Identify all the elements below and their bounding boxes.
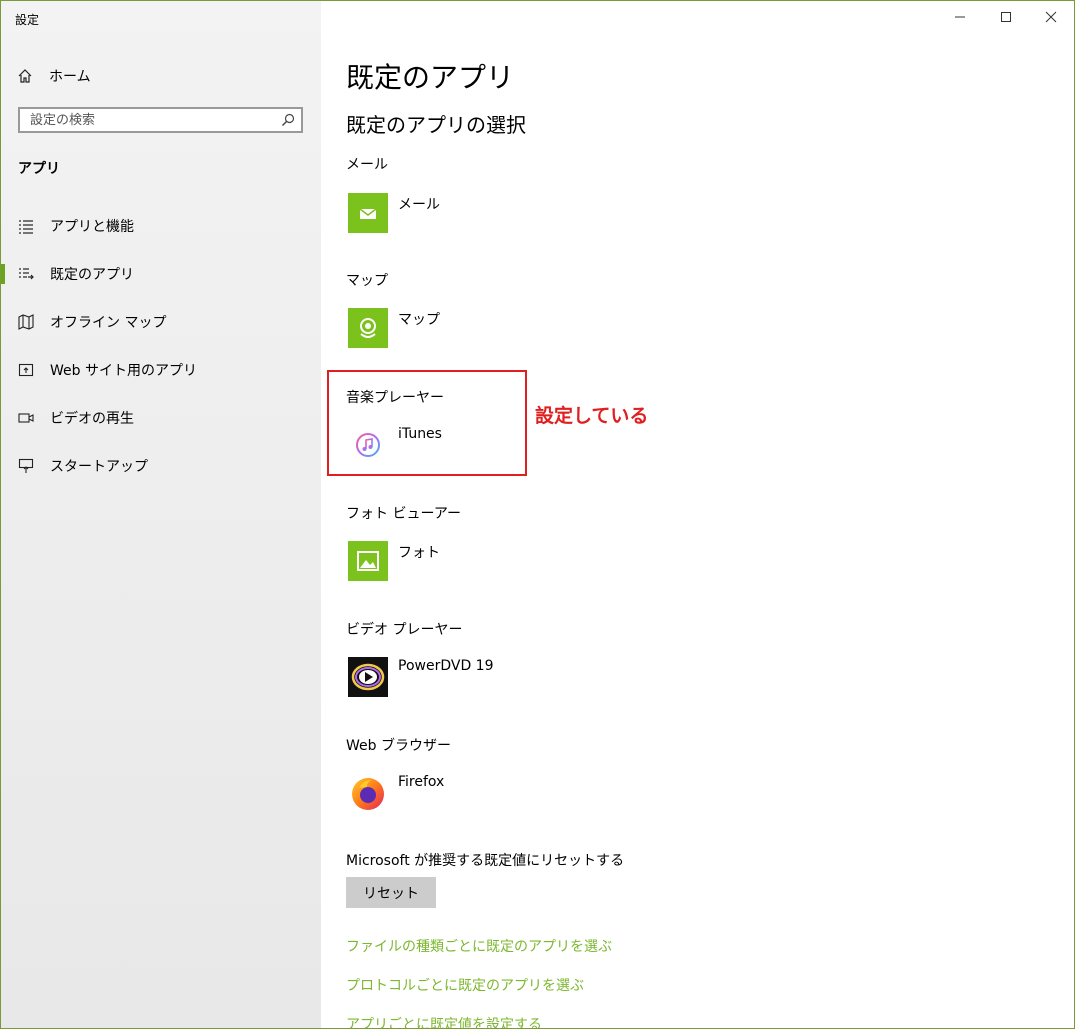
reset-description: Microsoft が推奨する既定値にリセットする <box>346 853 625 869</box>
search-input[interactable] <box>20 109 290 131</box>
sidebar-item-video-playback[interactable]: ビデオの再生 <box>1 400 321 436</box>
map-icon <box>18 314 34 330</box>
page-title: 既定のアプリ <box>346 61 515 94</box>
startup-icon <box>18 458 34 474</box>
main-content: 既定のアプリ 既定のアプリの選択 メール メール マップ マップ 音楽プレーヤー… <box>346 1 1046 1028</box>
category-web-browser-label: Web ブラウザー <box>346 738 451 754</box>
annotation-highlight-box <box>327 370 527 476</box>
sidebar-item-label: ビデオの再生 <box>50 411 134 427</box>
sidebar-item-apps-features[interactable]: アプリと機能 <box>1 208 321 244</box>
window-title: 設定 <box>15 13 40 27</box>
nav-home[interactable]: ホーム <box>17 65 91 87</box>
firefox-icon <box>348 773 388 813</box>
app-name: PowerDVD 19 <box>398 658 494 674</box>
sidebar-item-startup[interactable]: スタートアップ <box>1 448 321 484</box>
close-icon <box>1045 11 1057 23</box>
category-photo-viewer-label: フォト ビューアー <box>346 506 462 522</box>
section-subtitle: 既定のアプリの選択 <box>346 113 526 137</box>
sidebar-item-label: アプリと機能 <box>50 219 134 235</box>
link-choose-by-protocol[interactable]: プロトコルごとに既定のアプリを選ぶ <box>346 975 584 995</box>
default-app-browser[interactable]: Firefox <box>348 773 444 813</box>
section-title: アプリ <box>18 161 60 177</box>
annotation-text: 設定している <box>535 405 649 427</box>
app-name: フォト <box>398 545 440 561</box>
app-name: Firefox <box>398 774 445 790</box>
sidebar-item-default-apps[interactable]: 既定のアプリ <box>1 256 321 292</box>
sidebar: 設定 ホーム アプリ アプリと機能 既定のアプリ <box>1 1 321 1028</box>
home-icon <box>17 68 33 84</box>
category-mail-label: メール <box>346 157 388 173</box>
mail-icon <box>348 193 388 233</box>
settings-window: 設定 ホーム アプリ アプリと機能 既定のアプリ <box>0 0 1075 1029</box>
reset-button[interactable]: リセット <box>346 877 436 908</box>
sidebar-item-label: スタートアップ <box>50 459 148 475</box>
default-app-video[interactable]: PowerDVD 19 <box>348 657 493 697</box>
maps-icon <box>348 308 388 348</box>
default-app-maps[interactable]: マップ <box>348 308 440 348</box>
video-icon <box>18 410 34 426</box>
link-choose-by-file-type[interactable]: ファイルの種類ごとに既定のアプリを選ぶ <box>346 936 612 956</box>
search-icon[interactable] <box>281 113 295 127</box>
default-app-mail[interactable]: メール <box>348 193 440 233</box>
sidebar-item-web-apps[interactable]: Web サイト用のアプリ <box>1 352 321 388</box>
sidebar-item-label: オフライン マップ <box>50 315 167 331</box>
category-video-player-label: ビデオ プレーヤー <box>346 622 463 638</box>
powerdvd-icon <box>348 657 388 697</box>
app-name: マップ <box>398 312 440 328</box>
sidebar-item-label: 既定のアプリ <box>50 267 134 283</box>
link-set-defaults-by-app[interactable]: アプリごとに既定値を設定する <box>346 1014 542 1028</box>
list-icon <box>18 218 34 234</box>
photos-icon <box>348 541 388 581</box>
default-app-photos[interactable]: フォト <box>348 541 440 581</box>
web-app-icon <box>18 362 34 378</box>
category-maps-label: マップ <box>346 273 388 289</box>
sidebar-item-label: Web サイト用のアプリ <box>50 363 197 379</box>
search-box[interactable] <box>18 107 303 133</box>
nav-home-label: ホーム <box>49 69 91 85</box>
default-apps-icon <box>18 266 34 282</box>
app-name: メール <box>398 197 440 213</box>
sidebar-item-offline-maps[interactable]: オフライン マップ <box>1 304 321 340</box>
